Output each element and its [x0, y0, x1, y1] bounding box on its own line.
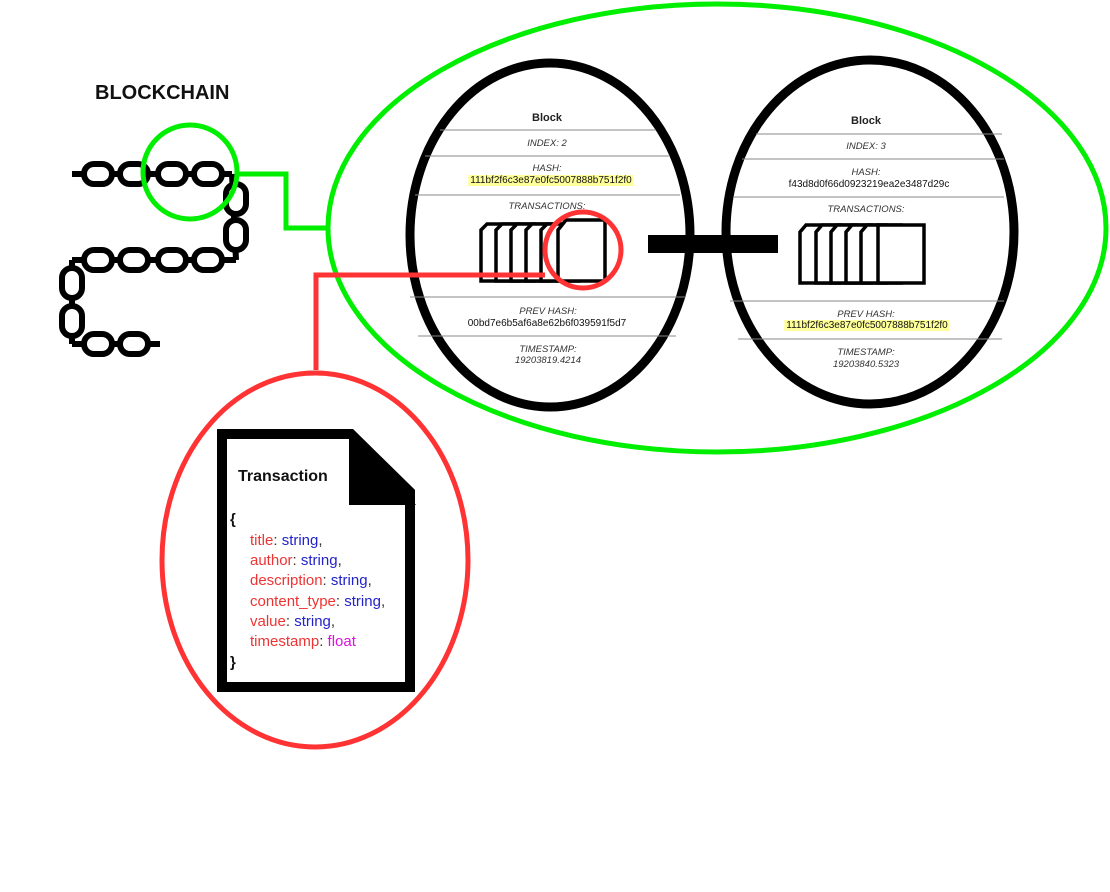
block-2-prev-hash: 00bd7e6b5af6a8e62b6f039591f5d7 — [467, 318, 627, 329]
diagram-title: BLOCKCHAIN — [95, 82, 230, 104]
open-brace: { — [230, 511, 236, 528]
field-key: author — [250, 552, 293, 569]
block-3-hash-label: HASH: — [851, 167, 881, 178]
block-2-hash-label: HASH: — [532, 163, 562, 174]
field-row: value: string, — [250, 613, 336, 630]
block-2-prev-hash-label: PREV HASH: — [519, 306, 577, 317]
block-3-timestamp-label: TIMESTAMP: — [837, 347, 895, 358]
block-3-heading: Block — [851, 115, 881, 127]
diagram-canvas — [59, 1, 1109, 750]
block-2-timestamp: 19203819.4214 — [514, 355, 582, 366]
field-key: content_type — [250, 593, 336, 610]
field-type: string — [294, 613, 331, 630]
field-key: description — [250, 572, 323, 589]
field-row: title: string, — [250, 532, 323, 549]
block-3-prev-hash: 111bf2f6c3e87e0fc5007888b751f2f0 — [784, 320, 950, 331]
field-row: timestamp: float — [250, 633, 356, 650]
block-3-index: INDEX: 3 — [846, 141, 886, 152]
block-2-hash: 111bf2f6c3e87e0fc5007888b751f2f0 — [468, 175, 634, 186]
field-type: string — [330, 572, 368, 589]
field-key: value — [250, 613, 286, 630]
block-3-timestamp: 19203840.5323 — [832, 359, 900, 370]
field-row: content_type: string, — [250, 593, 386, 610]
field-row: author: string, — [250, 552, 342, 569]
field-type: string — [281, 532, 319, 549]
field-key: title — [250, 532, 274, 549]
block-3-hash: f43d8d0f66d0923219ea2e3487d29c — [788, 179, 950, 190]
block-3-prev-hash-label: PREV HASH: — [837, 309, 895, 320]
field-key: timestamp — [250, 633, 320, 650]
field-type: string — [344, 593, 381, 610]
block-3-transactions-stack — [798, 223, 926, 285]
field-type: float — [327, 633, 356, 650]
field-type: string — [300, 552, 338, 569]
field-row: description: string, — [250, 572, 372, 589]
block-2-timestamp-label: TIMESTAMP: — [519, 344, 577, 355]
block-2-heading: Block — [532, 112, 562, 124]
close-brace: } — [230, 654, 236, 671]
green-zoom-ellipse — [325, 1, 1109, 455]
block-2-index: INDEX: 2 — [527, 138, 567, 149]
chain-illustration — [59, 161, 249, 357]
block-2-transactions-label: TRANSACTIONS: — [508, 201, 586, 212]
block-3-transactions-label: TRANSACTIONS: — [827, 204, 905, 215]
green-connector-line — [237, 171, 328, 231]
block-link-bar — [648, 235, 778, 253]
transaction-title: Transaction — [238, 468, 328, 485]
